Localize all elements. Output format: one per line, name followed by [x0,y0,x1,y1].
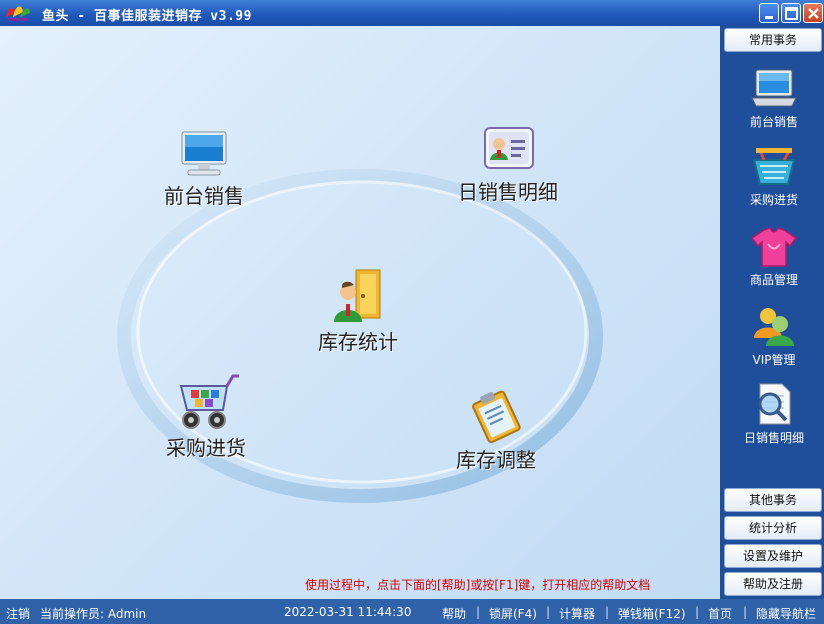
hub-item-front-sales[interactable]: 前台销售 [148,130,260,209]
tab-common-tasks[interactable]: 常用事务 [724,28,822,52]
maximize-button[interactable] [781,3,801,23]
main-hub-area: 前台销售 日销售明细 库存统计 采购进货 库存调整 使用过程中，点击下面的[帮助… [0,26,720,599]
hide-nav-link[interactable]: 隐藏导航栏 [756,605,816,622]
nav-label-daily-sales-detail: 日销售明细 [743,431,804,445]
nav-item-front-sales[interactable]: 前台销售 [726,66,822,130]
tab-help-registration[interactable]: 帮助及注册 [724,572,822,596]
right-nav-sidebar: 常用事务 前台销售 采购进货 商品管理 VIP管理 日销售明细 其他事务 统计分… [720,26,824,599]
hub-item-daily-sales-detail[interactable]: 日销售明细 [446,124,570,205]
hub-item-inventory-adjust[interactable]: 库存调整 [440,388,552,473]
nav-item-daily-sales-detail[interactable]: 日销售明细 [726,382,822,446]
hub-label-daily-sales-detail: 日销售明细 [458,180,558,204]
hub-item-purchase-stock[interactable]: 采购进货 [150,372,262,461]
nav-label-product-management: 商品管理 [749,273,798,287]
basket-icon [752,148,796,185]
calculator-link[interactable]: 计算器 [559,605,595,622]
clipboard-icon [472,390,521,444]
status-datetime: 2022-03-31 11:44:30 [284,605,412,619]
logout-link[interactable]: 注销 [6,605,30,622]
tab-other-tasks[interactable]: 其他事务 [724,488,822,512]
current-operator: 当前操作员: Admin [40,607,147,621]
tab-settings-maintenance[interactable]: 设置及维护 [724,544,822,568]
monitor-icon [181,131,227,176]
hub-label-purchase-stock: 采购进货 [166,436,246,460]
separator: | [605,605,610,619]
lock-screen-link[interactable]: 锁屏(F4) [489,605,537,622]
nav-label-front-sales: 前台销售 [749,115,798,129]
separator: | [743,605,748,619]
document-search-icon [758,383,791,425]
hub-label-inventory-stats: 库存统计 [318,330,398,354]
separator: | [476,605,481,619]
users-icon [754,308,794,346]
cash-drawer-link[interactable]: 弹钱箱(F12) [618,605,686,622]
help-hint-text: 使用过程中，点击下面的[帮助]或按[F1]键，打开相应的帮助文档 [305,578,651,592]
minimize-button[interactable] [759,3,779,23]
hub-item-inventory-stats[interactable]: 库存统计 [306,266,410,355]
separator: | [546,605,551,619]
id-card-icon [484,127,534,169]
tab-statistics[interactable]: 统计分析 [724,516,822,540]
help-link[interactable]: 帮助 [442,605,466,622]
close-button[interactable] [803,3,823,23]
nav-label-purchase-stock: 采购进货 [749,193,798,207]
nav-item-vip-management[interactable]: VIP管理 [726,304,822,368]
hub-label-inventory-adjust: 库存调整 [456,448,536,472]
home-link[interactable]: 首页 [708,605,732,622]
tshirt-icon [750,227,798,267]
nav-label-vip-management: VIP管理 [752,353,796,367]
person-door-icon [334,269,381,322]
minimize-icon [765,16,773,19]
nav-item-purchase-stock[interactable]: 采购进货 [726,146,822,208]
separator: | [695,605,700,619]
title-bar: 鱼头 - 百事佳服装进销存 v3.99 [0,0,824,26]
window-title: 鱼头 - 百事佳服装进销存 v3.99 [42,9,252,24]
nav-item-product-management[interactable]: 商品管理 [726,226,822,288]
laptop-icon [751,69,797,107]
close-icon [808,8,819,19]
maximize-icon [785,7,798,20]
hub-label-front-sales: 前台销售 [164,184,244,208]
shopping-cart-icon [179,374,239,429]
app-logo-icon [6,6,30,21]
status-bar: 注销 当前操作员: Admin 2022-03-31 11:44:30 帮助 |… [0,599,824,624]
